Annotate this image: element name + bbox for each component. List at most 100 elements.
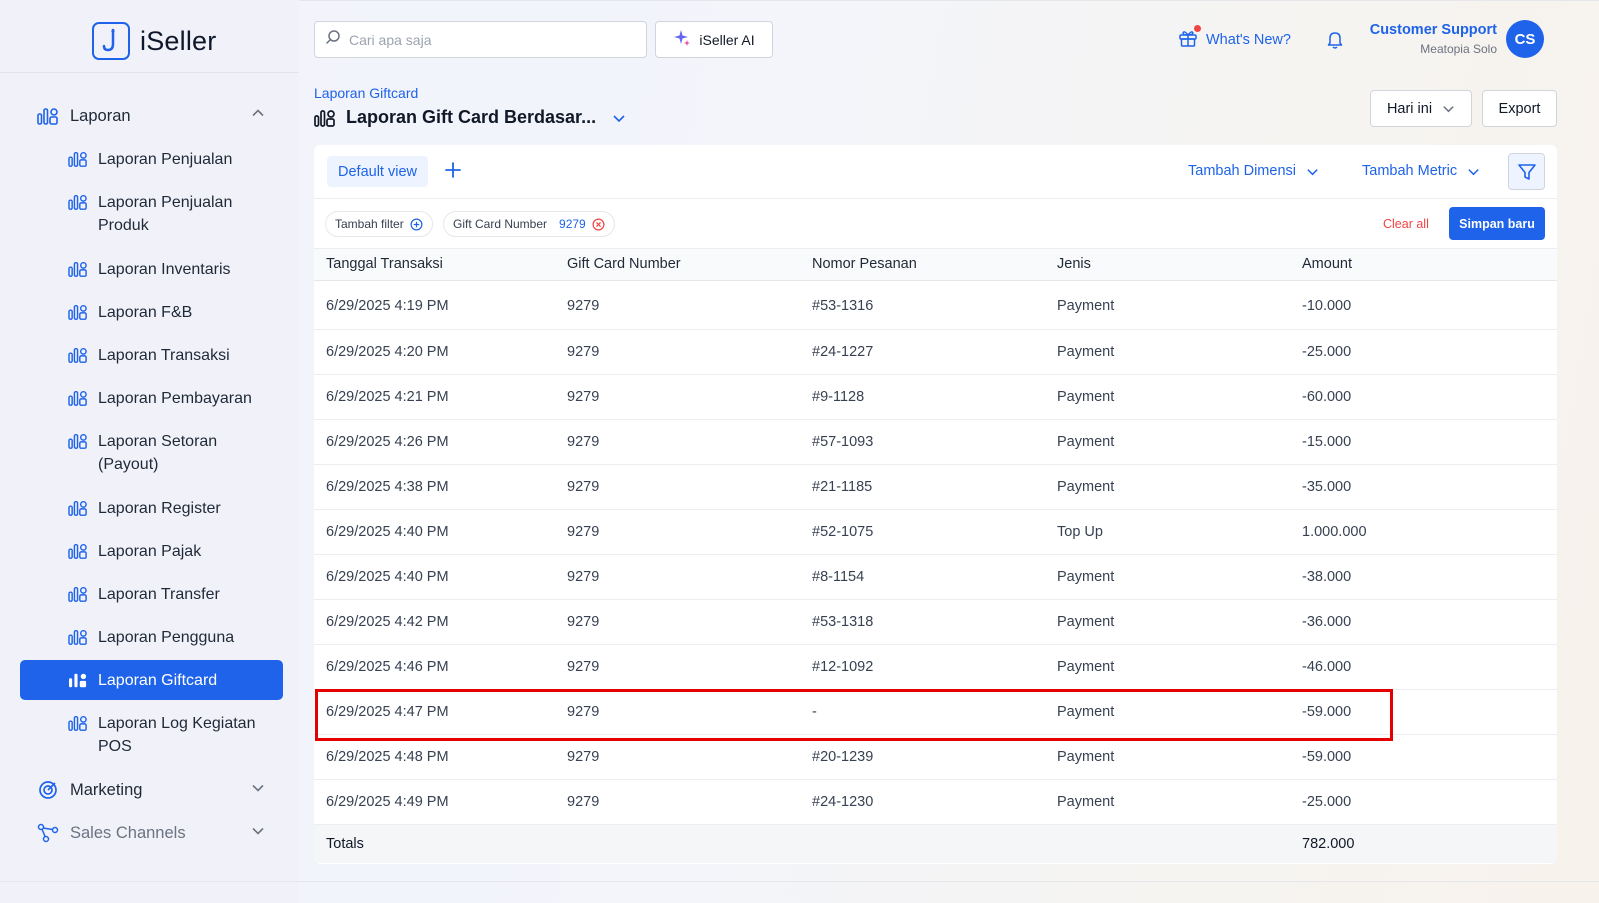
iseller-ai-button[interactable]: iSeller AI [655, 21, 773, 58]
sidebar-item-laporan-pajak[interactable]: Laporan Pajak [20, 540, 283, 563]
cell-date: 6/29/2025 4:42 PM [314, 599, 555, 645]
bottom-border [0, 881, 1599, 882]
cell-order-number: #53-1318 [800, 599, 1045, 645]
date-range-dropdown[interactable]: Hari ini [1370, 90, 1472, 127]
page-title-text: Laporan Gift Card Berdasar... [346, 107, 597, 127]
avatar[interactable]: CS [1506, 20, 1544, 58]
plus-circle-icon [410, 218, 423, 231]
sidebar-divider [0, 72, 299, 73]
cell-type: Payment [1045, 599, 1290, 645]
sidebar-group-laporan[interactable]: Laporan [20, 104, 283, 128]
add-filter-label: Tambah filter [335, 217, 404, 231]
table-row[interactable]: 6/29/2025 4:21 PM 9279 #9-1128 Payment -60.0… [314, 374, 1557, 420]
table-row[interactable]: 6/29/2025 4:38 PM 9279 #21-1185 Payment -35.… [314, 464, 1557, 510]
table-row[interactable]: 6/29/2025 4:47 PM 9279- Payment -59.000 [314, 689, 1557, 735]
sidebar-item-laporan-setoran[interactable]: Laporan Setoran (Payout) [20, 430, 283, 476]
column-header[interactable]: Amount [1290, 249, 1557, 281]
chevron-down-icon [612, 111, 626, 125]
user-info[interactable]: Customer Support Meatopia Solo [1370, 22, 1497, 56]
sidebar-group-label: Sales Channels [70, 823, 186, 842]
cell-type: Payment [1045, 644, 1290, 690]
sidebar-item-laporan-log-kegiatan[interactable]: Laporan Log Kegiatan POS [20, 712, 283, 758]
search-bar[interactable] [314, 21, 647, 58]
table-row[interactable]: 6/29/2025 4:40 PM 9279 #8-1154 Payment -38.0… [314, 554, 1557, 600]
app-logo[interactable]: iSeller [92, 22, 216, 60]
column-header[interactable]: Jenis [1045, 249, 1290, 281]
sidebar-item-laporan-register[interactable]: Laporan Register [20, 497, 283, 520]
cell-type: Payment [1045, 419, 1290, 465]
giftcard-table: Tanggal Transaksi Gift Card Number Nomor… [314, 249, 1557, 863]
cell-amount: -15.000 [1290, 419, 1557, 465]
add-view-button[interactable] [444, 161, 462, 184]
sidebar-item-laporan-giftcard[interactable]: Laporan Giftcard [20, 660, 283, 700]
cell-amount: -36.000 [1290, 599, 1557, 645]
filter-chip-value: 9279 [559, 217, 586, 231]
cell-card-number: 9279 [555, 554, 800, 600]
column-header[interactable]: Tanggal Transaksi [314, 249, 555, 281]
sidebar-item-laporan-fnb[interactable]: Laporan F&B [20, 301, 283, 324]
cell-order-number: #9-1128 [800, 374, 1045, 420]
sidebar-item-label: Laporan Log Kegiatan POS [98, 715, 256, 755]
add-metric-dropdown[interactable]: Tambah Metric [1362, 163, 1480, 179]
sidebar-item-laporan-transaksi[interactable]: Laporan Transaksi [20, 344, 283, 367]
add-filter-chip[interactable]: Tambah filter [325, 211, 433, 237]
sidebar-item-laporan-transfer[interactable]: Laporan Transfer [20, 583, 283, 606]
cell-date: 6/29/2025 4:26 PM [314, 419, 555, 465]
cell-card-number: 9279 [555, 779, 800, 825]
export-button[interactable]: Export [1482, 90, 1557, 127]
cell-amount: 1.000.000 [1290, 509, 1557, 555]
sidebar-item-laporan-inventaris[interactable]: Laporan Inventaris [20, 258, 283, 281]
sidebar-item-label: Laporan Register [98, 500, 221, 517]
bell-icon[interactable] [1326, 30, 1344, 54]
report-icon [67, 148, 89, 170]
cell-date: 6/29/2025 4:47 PM [314, 689, 555, 735]
search-input[interactable] [349, 31, 629, 48]
channels-icon [36, 821, 60, 845]
column-header[interactable]: Nomor Pesanan [800, 249, 1045, 281]
notification-dot [1194, 25, 1201, 32]
breadcrumb[interactable]: Laporan Giftcard [314, 85, 418, 101]
sidebar-item-label: Laporan Pengguna [98, 629, 235, 646]
cell-amount: -59.000 [1290, 689, 1557, 735]
filter-chip-gift-card-number[interactable]: Gift Card Number 9279 [443, 211, 615, 237]
table-row[interactable]: 6/29/2025 4:40 PM 9279 #52-1075 Top Up 1.000… [314, 509, 1557, 555]
sidebar-item-laporan-penjualan-produk[interactable]: Laporan Penjualan Produk [20, 191, 283, 237]
clear-all-link[interactable]: Clear all [1383, 217, 1429, 231]
table-row[interactable]: 6/29/2025 4:46 PM 9279 #12-1092 Payment -46.… [314, 644, 1557, 690]
table-row[interactable]: 6/29/2025 4:19 PM 9279 #53-1316 Payment -10.… [314, 284, 1557, 330]
tab-default-view[interactable]: Default view [327, 156, 428, 187]
filter-button[interactable] [1508, 153, 1545, 190]
save-new-button[interactable]: Simpan baru [1449, 207, 1545, 240]
sidebar-item-laporan-pembayaran[interactable]: Laporan Pembayaran [20, 387, 283, 410]
cell-card-number: 9279 [555, 734, 800, 780]
table-row[interactable]: 6/29/2025 4:48 PM 9279 #20-1239 Payment -59.… [314, 734, 1557, 780]
table-row[interactable]: 6/29/2025 4:49 PM 9279 #24-1230 Payment -25.… [314, 779, 1557, 825]
report-icon [36, 104, 60, 128]
sidebar-group-marketing[interactable]: Marketing [20, 778, 283, 802]
sidebar-item-label: Laporan Transfer [98, 586, 220, 603]
cell-date: 6/29/2025 4:20 PM [314, 329, 555, 375]
totals-label: Totals [314, 824, 555, 863]
cell-date: 6/29/2025 4:49 PM [314, 779, 555, 825]
page-title[interactable]: Laporan Gift Card Berdasar... [314, 107, 626, 128]
cell-date: 6/29/2025 4:40 PM [314, 509, 555, 555]
sidebar-item-label: Laporan Setoran (Payout) [98, 433, 218, 473]
app-name: iSeller [140, 25, 217, 56]
table-row[interactable]: 6/29/2025 4:20 PM 9279 #24-1227 Payment -25.… [314, 329, 1557, 375]
report-icon [67, 669, 89, 691]
table-row[interactable]: 6/29/2025 4:26 PM 9279 #57-1093 Payment -15.… [314, 419, 1557, 465]
report-icon [67, 626, 89, 648]
cell-order-number: #52-1075 [800, 509, 1045, 555]
sidebar-item-laporan-penjualan[interactable]: Laporan Penjualan [20, 148, 283, 171]
view-toolbar: Default view Tambah Dimensi Tambah Metri… [314, 145, 1557, 199]
chevron-down-icon [251, 824, 265, 843]
whats-new-link[interactable]: What's New? [1178, 25, 1291, 52]
close-circle-icon[interactable] [592, 218, 605, 231]
column-header[interactable]: Gift Card Number [555, 249, 800, 281]
table-row[interactable]: 6/29/2025 4:42 PM 9279 #53-1318 Payment -36.… [314, 599, 1557, 645]
report-icon [67, 583, 89, 605]
add-dimension-dropdown[interactable]: Tambah Dimensi [1188, 163, 1319, 179]
sidebar-group-sales-channels[interactable]: Sales Channels [20, 821, 283, 845]
sidebar-item-laporan-pengguna[interactable]: Laporan Pengguna [20, 626, 283, 649]
sidebar-group-label: Marketing [70, 780, 143, 799]
